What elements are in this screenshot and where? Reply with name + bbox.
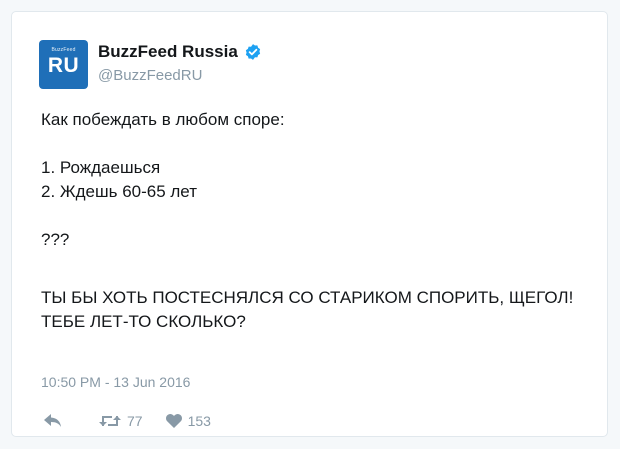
avatar-small-label: BuzzFeed	[51, 47, 76, 53]
tweet-line: ???	[41, 230, 70, 249]
tweet-card: BuzzFeed RU BuzzFeed Russia @BuzzFeedRU …	[11, 11, 608, 437]
heart-icon	[165, 414, 182, 428]
display-name[interactable]: BuzzFeed Russia	[98, 42, 238, 62]
verified-badge-icon	[245, 44, 260, 60]
user-handle[interactable]: @BuzzFeedRU	[98, 67, 202, 84]
avatar-label: RU	[47, 54, 80, 77]
tweet-line: ТЫ БЫ ХОТЬ ПОСТЕСНЯЛСЯ СО СТАРИКОМ СПОРИ…	[41, 288, 574, 331]
tweet-timestamp[interactable]: 10:50 PM - 13 Jun 2016	[41, 374, 190, 390]
tweet-line: Как побеждать в любом споре:	[41, 110, 285, 129]
retweet-icon	[99, 416, 121, 426]
tweet-text: Как побеждать в любом споре: 1. Рождаешь…	[41, 108, 586, 334]
tweet-actions: 77 153	[44, 411, 211, 431]
like-button[interactable]: 153	[165, 413, 211, 429]
retweet-count: 77	[127, 413, 143, 429]
reply-button[interactable]	[44, 414, 66, 428]
like-count: 153	[187, 413, 211, 429]
tweet-line: 1. Рождаешься	[41, 158, 161, 177]
reply-icon	[44, 414, 61, 427]
retweet-button[interactable]: 77	[99, 413, 143, 429]
tweet-line: 2. Ждешь 60-65 лет	[41, 182, 197, 201]
avatar[interactable]: BuzzFeed RU	[39, 40, 88, 89]
author-name-row: BuzzFeed Russia	[98, 41, 262, 63]
